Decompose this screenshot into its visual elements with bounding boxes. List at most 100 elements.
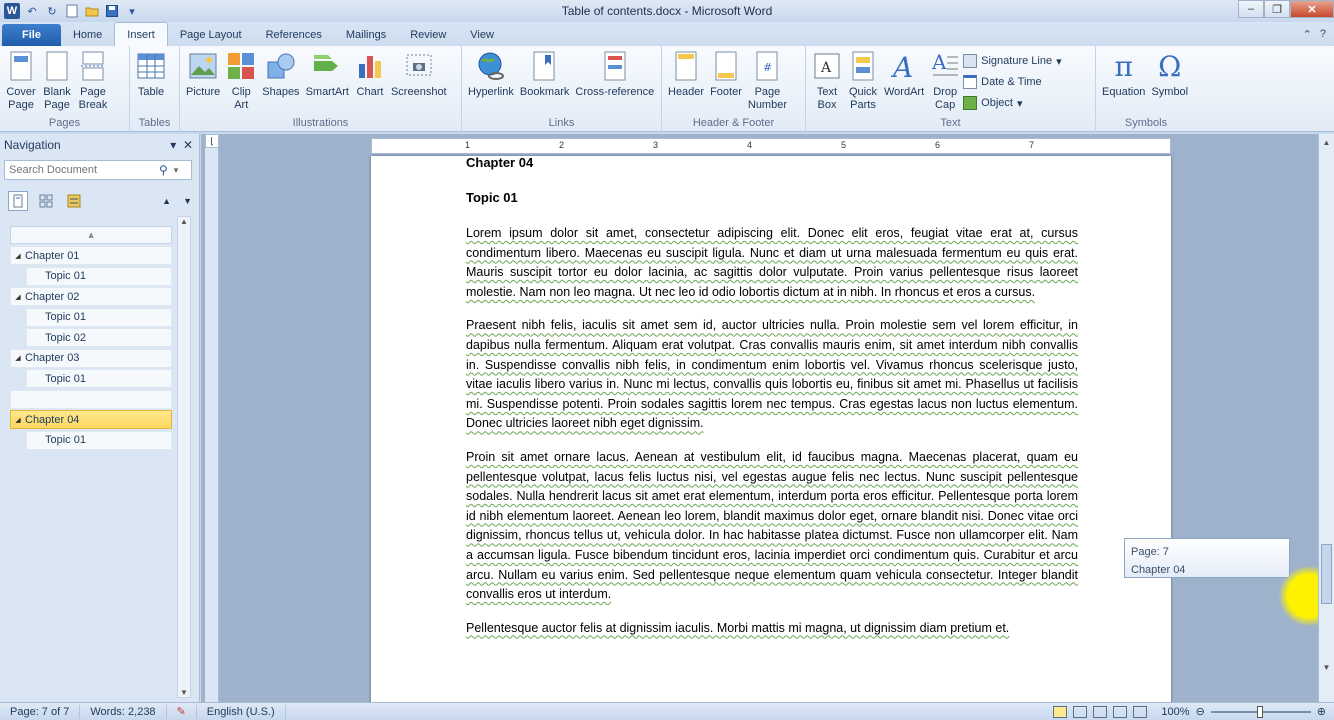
- zoom-level[interactable]: 100%: [1161, 706, 1189, 718]
- tab-review[interactable]: Review: [398, 24, 458, 46]
- search-icon[interactable]: ⚲: [159, 163, 168, 177]
- search-options-icon[interactable]: ▾: [174, 165, 179, 176]
- vertical-ruler[interactable]: ⌊: [205, 134, 219, 702]
- smartart-button[interactable]: SmartArt: [303, 50, 352, 99]
- web-layout-icon[interactable]: [1093, 705, 1108, 718]
- object-button[interactable]: Object ▾: [963, 94, 1061, 112]
- nav-chapter-04-topic-01[interactable]: Topic 01: [26, 430, 172, 450]
- bookmark-button[interactable]: Bookmark: [517, 50, 573, 99]
- expand-triangle-icon[interactable]: ◢: [11, 416, 25, 424]
- blank-page-icon: [42, 50, 72, 82]
- nav-menu-icon[interactable]: ▾: [170, 138, 176, 152]
- tab-home[interactable]: Home: [61, 24, 114, 46]
- search-document-box: ⚲ ▾: [4, 160, 192, 180]
- zoom-out-icon[interactable]: ⊖: [1196, 705, 1205, 718]
- picture-button[interactable]: Picture: [183, 50, 223, 99]
- new-document-icon[interactable]: [64, 3, 80, 19]
- browse-results-icon[interactable]: [64, 191, 84, 211]
- expand-triangle-icon[interactable]: ◢: [11, 354, 25, 362]
- browse-pages-icon[interactable]: [36, 191, 56, 211]
- nav-close-icon[interactable]: ✕: [183, 138, 193, 152]
- print-layout-icon[interactable]: [1053, 705, 1068, 718]
- clip-art-button[interactable]: Clip Art: [223, 50, 259, 112]
- page-number-button[interactable]: # Page Number: [745, 50, 790, 112]
- search-document-input[interactable]: [9, 164, 159, 176]
- tab-page-layout[interactable]: Page Layout: [168, 24, 254, 46]
- signature-line-button[interactable]: Signature Line ▾: [963, 52, 1062, 70]
- expand-triangle-icon[interactable]: ◢: [11, 293, 25, 301]
- status-page[interactable]: Page: 7 of 7: [0, 704, 81, 719]
- full-screen-reading-icon[interactable]: [1073, 705, 1088, 718]
- nav-chapter-01[interactable]: ◢ Chapter 01: [10, 246, 172, 265]
- collapse-all-button[interactable]: ⩓: [10, 226, 172, 244]
- text-box-button[interactable]: A Text Box: [809, 50, 845, 112]
- restore-button[interactable]: ❐: [1264, 0, 1290, 18]
- open-folder-icon[interactable]: [84, 3, 100, 19]
- minimize-button[interactable]: –: [1238, 0, 1264, 18]
- tab-mailings[interactable]: Mailings: [334, 24, 398, 46]
- tab-insert[interactable]: Insert: [114, 22, 168, 46]
- horizontal-ruler[interactable]: 1 2 3 4 5 6 7: [371, 138, 1171, 154]
- shapes-button[interactable]: Shapes: [259, 50, 302, 99]
- word-logo-icon[interactable]: W: [4, 3, 20, 19]
- ruler-mark: 5: [841, 140, 847, 150]
- chart-button[interactable]: Chart: [352, 50, 388, 99]
- draft-icon[interactable]: [1133, 705, 1148, 718]
- redo-icon[interactable]: ↻: [44, 3, 60, 19]
- equation-button[interactable]: π Equation: [1099, 50, 1148, 99]
- tab-view[interactable]: View: [458, 24, 506, 46]
- minimize-ribbon-icon[interactable]: ⌃: [1303, 28, 1312, 41]
- status-words[interactable]: Words: 2,238: [80, 704, 167, 719]
- ruler-mark: 3: [653, 140, 659, 150]
- blank-page-button[interactable]: Blank Page: [39, 50, 75, 112]
- footer-button[interactable]: Footer: [707, 50, 745, 99]
- cover-page-button[interactable]: Cover Page: [3, 50, 39, 112]
- hyperlink-button[interactable]: Hyperlink: [465, 50, 517, 99]
- document-page[interactable]: Chapter 04 Topic 01 Lorem ipsum dolor si…: [371, 156, 1171, 702]
- nav-chapter-02-topic-02[interactable]: Topic 02: [26, 328, 172, 347]
- expand-triangle-icon[interactable]: ◢: [11, 252, 25, 260]
- customize-qat-icon[interactable]: ▾: [124, 3, 140, 19]
- table-button[interactable]: Table: [133, 50, 169, 99]
- undo-icon[interactable]: ↶: [24, 3, 40, 19]
- previous-heading-icon[interactable]: ▲: [162, 196, 171, 206]
- smartart-icon: [312, 50, 342, 82]
- nav-chapter-03[interactable]: ◢ Chapter 03: [10, 348, 172, 368]
- nav-chapter-02-topic-01[interactable]: Topic 01: [26, 307, 172, 327]
- navigation-scrollbar[interactable]: ▲ ▼: [177, 216, 191, 698]
- scroll-down-arrow-icon[interactable]: ▼: [178, 688, 190, 697]
- zoom-slider-thumb[interactable]: [1256, 705, 1263, 718]
- screenshot-button[interactable]: Screenshot: [388, 50, 450, 99]
- header-button[interactable]: Header: [665, 50, 707, 99]
- save-icon[interactable]: [104, 3, 120, 19]
- nav-chapter-04[interactable]: ◢ Chapter 04: [10, 410, 172, 429]
- browse-headings-icon[interactable]: [8, 191, 28, 211]
- symbol-button[interactable]: Ω Symbol: [1148, 50, 1191, 99]
- document-scrollbar[interactable]: ▲ ▼: [1318, 134, 1334, 702]
- help-icon[interactable]: ?: [1320, 28, 1326, 41]
- scroll-up-arrow-icon[interactable]: ▲: [1319, 138, 1334, 147]
- drop-cap-button[interactable]: A Drop Cap: [927, 50, 963, 112]
- tab-file[interactable]: File: [2, 24, 61, 46]
- nav-chapter-03-topic-01[interactable]: Topic 01: [26, 369, 172, 388]
- zoom-in-icon[interactable]: ⊕: [1317, 705, 1326, 718]
- nav-empty-heading[interactable]: [10, 389, 172, 409]
- wordart-button[interactable]: A WordArt: [881, 50, 927, 99]
- nav-chapter-02[interactable]: ◢ Chapter 02: [10, 287, 172, 306]
- proofing-icon[interactable]: ✎: [167, 704, 197, 719]
- nav-chapter-01-topic-01[interactable]: Topic 01: [26, 266, 172, 286]
- close-button[interactable]: ✕: [1290, 0, 1334, 18]
- status-language[interactable]: English (U.S.): [197, 704, 286, 719]
- next-heading-icon[interactable]: ▼: [183, 196, 192, 206]
- outline-icon[interactable]: [1113, 705, 1128, 718]
- scroll-thumb[interactable]: [1321, 544, 1332, 604]
- scroll-down-arrow-icon[interactable]: ▼: [1319, 663, 1334, 672]
- ruler-toggle-icon[interactable]: ⌊: [205, 134, 219, 148]
- page-break-button[interactable]: Page Break: [75, 50, 111, 112]
- scroll-up-arrow-icon[interactable]: ▲: [178, 217, 190, 226]
- zoom-slider[interactable]: [1210, 705, 1311, 718]
- tab-references[interactable]: References: [254, 24, 334, 46]
- date-time-button[interactable]: Date & Time: [963, 73, 1061, 91]
- cross-reference-button[interactable]: Cross-reference: [572, 50, 657, 99]
- quick-parts-button[interactable]: Quick Parts: [845, 50, 881, 112]
